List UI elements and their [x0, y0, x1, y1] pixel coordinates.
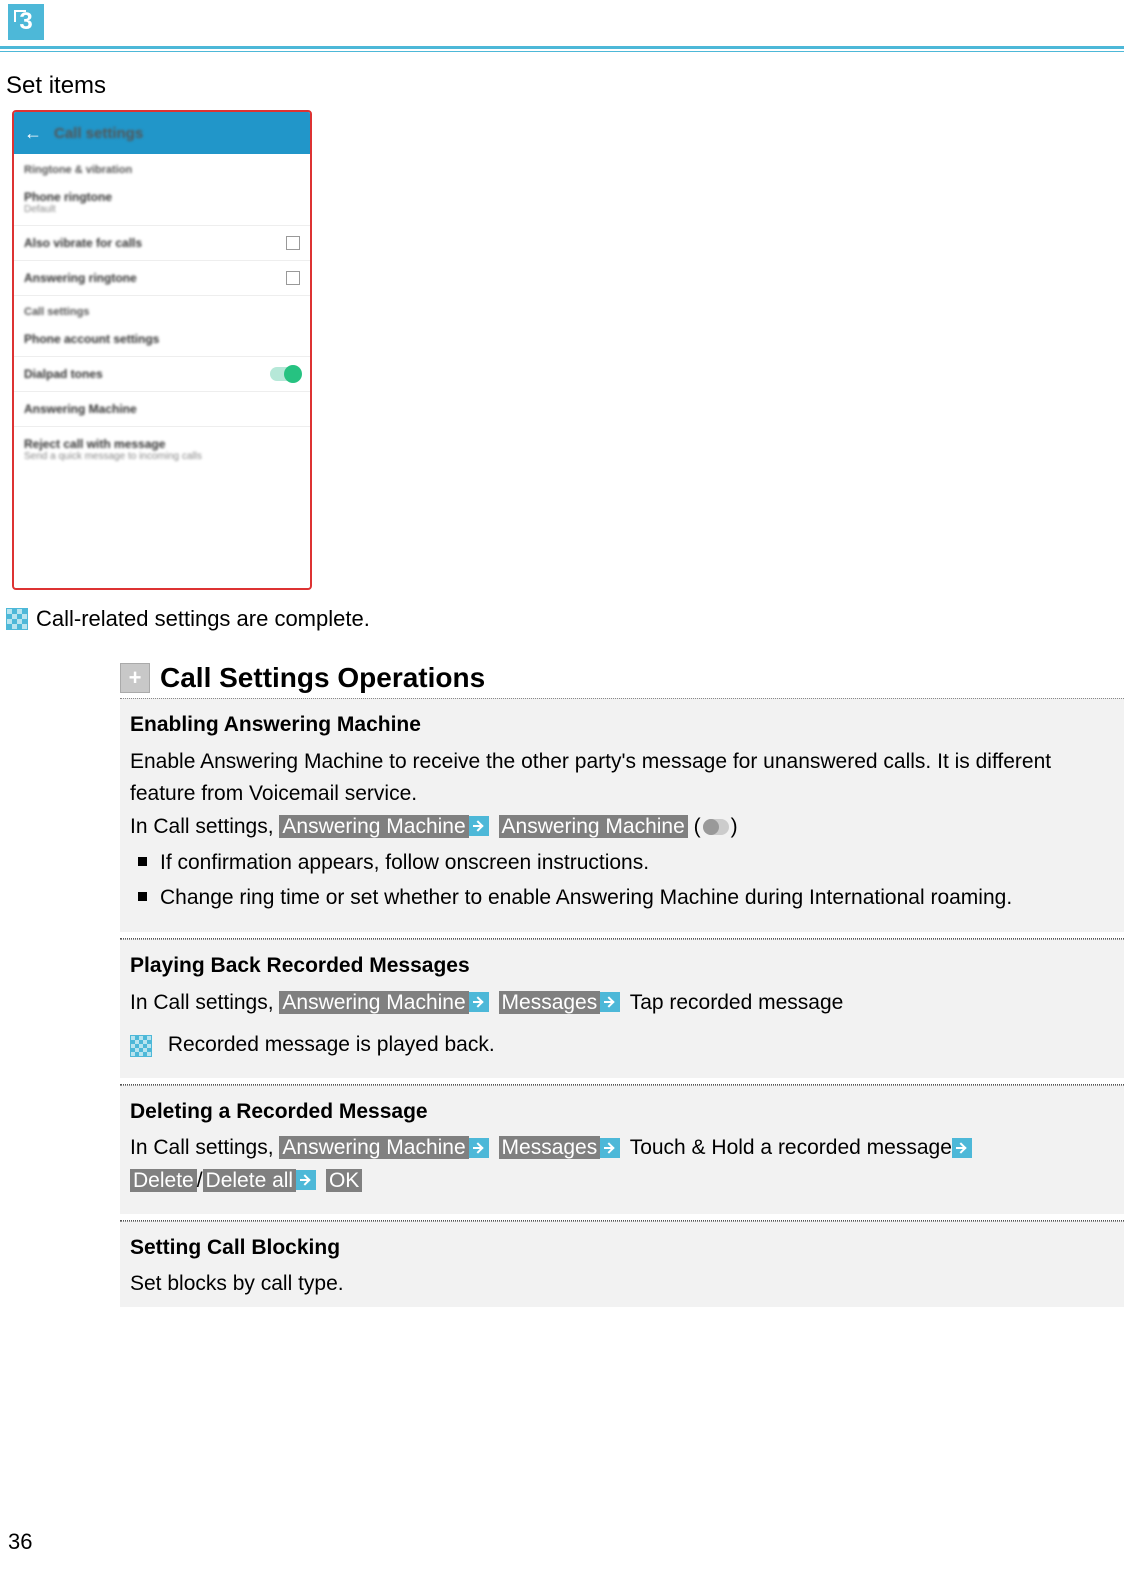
result-icon: [6, 608, 28, 630]
operations-title: Call Settings Operations: [160, 662, 485, 694]
op3-heading: Deleting a Recorded Message: [130, 1096, 1114, 1129]
paren-open: (: [688, 815, 701, 838]
phone-account-label: Phone account settings: [24, 332, 159, 346]
set-items-label: Set items: [6, 72, 1124, 100]
op3-mid: Touch & Hold a recorded message: [624, 1136, 952, 1159]
op1-bullet2: Change ring time or set whether to enabl…: [138, 882, 1114, 915]
page-number: 36: [8, 1529, 32, 1555]
phone-ringtone-label: Phone ringtone: [24, 190, 112, 204]
paren-close: ): [731, 815, 738, 838]
op1-heading: Enabling Answering Machine: [130, 709, 1114, 742]
phone-item-reject: Reject call with message Send a quick me…: [14, 427, 310, 472]
checkbox-icon: [286, 271, 300, 285]
phone-section-call: Call settings: [14, 296, 310, 322]
op2-tail: Tap recorded message: [624, 991, 843, 1014]
phone-vibrate-label: Also vibrate for calls: [24, 236, 142, 250]
phone-answering-label: Answering Machine: [24, 402, 137, 416]
phone-item-dialpad: Dialpad tones: [14, 357, 310, 392]
arrow-right-icon: [952, 1138, 972, 1158]
op1-path: In Call settings, Answering Machine Answ…: [130, 811, 1114, 844]
phone-item-ringtone2: Answering ringtone: [14, 261, 310, 296]
phone-item-vibrate: Also vibrate for calls: [14, 226, 310, 261]
op1-prefix: In Call settings,: [130, 815, 279, 838]
result-icon: [130, 1035, 152, 1057]
phone-header-title: Call settings: [54, 125, 143, 142]
op1-bullets: If confirmation appears, follow onscreen…: [130, 847, 1114, 914]
operations-container: + Call Settings Operations Enabling Answ…: [120, 662, 1124, 1307]
arrow-right-icon: [296, 1170, 316, 1190]
op2-prefix: In Call settings,: [130, 991, 279, 1014]
op2-path: In Call settings, Answering Machine Mess…: [130, 987, 1114, 1020]
phone-item-ringtone: Phone ringtone Default: [14, 180, 310, 226]
arrow-right-icon: [600, 1138, 620, 1158]
chip-answering-machine: Answering Machine: [279, 991, 468, 1014]
chip-answering-machine-2: Answering Machine: [499, 815, 688, 838]
phone-ringtone2-label: Answering ringtone: [24, 271, 137, 285]
arrow-right-icon: [469, 992, 489, 1012]
op2-result-row: Recorded message is played back.: [130, 1029, 1114, 1062]
chip-messages: Messages: [499, 1136, 601, 1159]
phone-item-answering: Answering Machine: [14, 392, 310, 427]
phone-header: ← Call settings: [14, 112, 310, 154]
expand-icon: +: [120, 663, 150, 693]
phone-ringtone-sub: Default: [24, 204, 112, 215]
op4-heading: Setting Call Blocking: [130, 1232, 1114, 1265]
phone-reject-label: Reject call with message: [24, 437, 202, 451]
op-enable-answering: Enabling Answering Machine Enable Answer…: [120, 698, 1124, 932]
operations-header: + Call Settings Operations: [120, 662, 1124, 694]
checkbox-icon: [286, 236, 300, 250]
chip-delete-all: Delete all: [203, 1169, 297, 1192]
toggle-icon: [270, 367, 300, 381]
op-call-blocking: Setting Call Blocking Set blocks by call…: [120, 1221, 1124, 1307]
op1-desc: Enable Answering Machine to receive the …: [130, 746, 1114, 811]
op-delete-recorded: Deleting a Recorded Message In Call sett…: [120, 1085, 1124, 1214]
chip-answering-machine: Answering Machine: [279, 815, 468, 838]
divider-heavy: [0, 46, 1124, 49]
chip-answering-machine: Answering Machine: [279, 1136, 468, 1159]
divider-thin: [0, 51, 1124, 52]
op-play-recorded: Playing Back Recorded Messages In Call s…: [120, 939, 1124, 1078]
toggle-icon: [703, 819, 729, 835]
step-number-badge: 3: [8, 4, 44, 40]
phone-reject-sub: Send a quick message to incoming calls: [24, 451, 202, 462]
op2-result: Recorded message is played back.: [162, 1033, 495, 1056]
complete-text: Call-related settings are complete.: [36, 606, 370, 632]
phone-screenshot: ← Call settings Ringtone & vibration Pho…: [12, 110, 312, 590]
slash: /: [197, 1169, 203, 1192]
result-row: Call-related settings are complete.: [6, 606, 1124, 632]
op2-heading: Playing Back Recorded Messages: [130, 950, 1114, 983]
phone-dialpad-label: Dialpad tones: [24, 367, 103, 381]
phone-section-ringtone: Ringtone & vibration: [14, 154, 310, 180]
op3-prefix: In Call settings,: [130, 1136, 279, 1159]
chip-messages: Messages: [499, 991, 601, 1014]
op3-path: In Call settings, Answering Machine Mess…: [130, 1132, 1114, 1197]
chip-ok: OK: [326, 1169, 362, 1192]
op4-desc: Set blocks by call type.: [130, 1268, 1114, 1301]
arrow-right-icon: [600, 992, 620, 1012]
back-arrow-icon: ←: [24, 123, 42, 144]
chip-delete: Delete: [130, 1169, 197, 1192]
arrow-right-icon: [469, 1138, 489, 1158]
op1-bullet1: If confirmation appears, follow onscreen…: [138, 847, 1114, 880]
arrow-right-icon: [469, 816, 489, 836]
phone-item-account: Phone account settings: [14, 322, 310, 357]
